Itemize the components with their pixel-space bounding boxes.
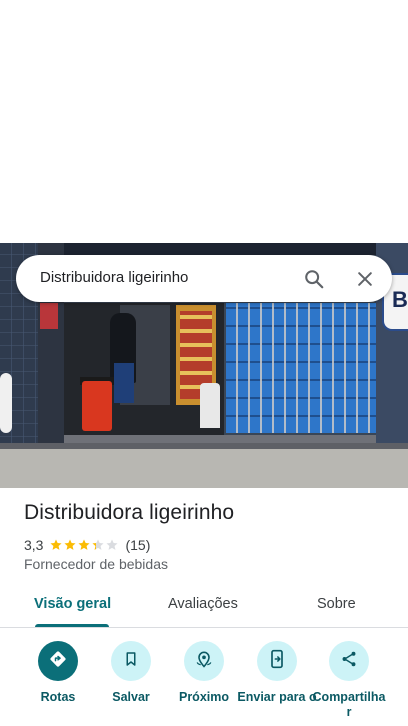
save-button[interactable]: Salvar bbox=[91, 640, 171, 705]
search-icon[interactable] bbox=[298, 263, 330, 295]
place-category[interactable]: Fornecedor de bebidas bbox=[24, 556, 168, 572]
star-icon bbox=[106, 539, 119, 550]
send-to-phone-icon bbox=[268, 649, 286, 674]
send-to-phone-label: Enviar para o bbox=[237, 690, 317, 704]
close-icon[interactable] bbox=[349, 263, 381, 295]
search-query[interactable]: Distribuidora ligeirinho bbox=[40, 269, 188, 286]
rating-value: 3,3 bbox=[24, 537, 44, 553]
search-bar[interactable]: Distribuidora ligeirinho bbox=[16, 255, 392, 302]
share-button[interactable]: Compartilha r bbox=[309, 640, 389, 720]
nearby-icon bbox=[194, 649, 214, 674]
star-icon bbox=[64, 539, 77, 550]
share-icon bbox=[340, 650, 358, 673]
nearby-button[interactable]: Próximo bbox=[164, 640, 244, 705]
directions-button[interactable]: Rotas bbox=[18, 640, 98, 705]
nearby-label: Próximo bbox=[178, 690, 229, 704]
place-tabs: Visão geral Avaliações Sobre bbox=[0, 584, 408, 628]
active-tab-indicator bbox=[35, 624, 109, 627]
tab-reviews[interactable]: Avaliações bbox=[168, 596, 238, 612]
rating-stars bbox=[49, 538, 119, 552]
star-icon bbox=[50, 539, 63, 550]
action-bar: Rotas Salvar Próximo Enviar para o Compa… bbox=[0, 640, 408, 726]
share-label: Compartilha r bbox=[312, 690, 386, 719]
tab-overview[interactable]: Visão geral bbox=[34, 596, 111, 612]
bookmark-icon bbox=[122, 650, 140, 673]
map-area-blank bbox=[0, 0, 408, 243]
tab-about[interactable]: Sobre bbox=[317, 596, 356, 612]
star-icon bbox=[78, 539, 91, 550]
place-name: Distribuidora ligeirinho bbox=[24, 501, 235, 524]
send-to-phone-button[interactable]: Enviar para o bbox=[237, 640, 317, 705]
star-icon bbox=[92, 539, 105, 550]
directions-label: Rotas bbox=[40, 690, 76, 704]
review-count[interactable]: (15) bbox=[125, 537, 150, 553]
save-label: Salvar bbox=[112, 690, 150, 704]
rating-row[interactable]: 3,3 (15) bbox=[24, 536, 150, 554]
directions-icon bbox=[48, 649, 68, 674]
